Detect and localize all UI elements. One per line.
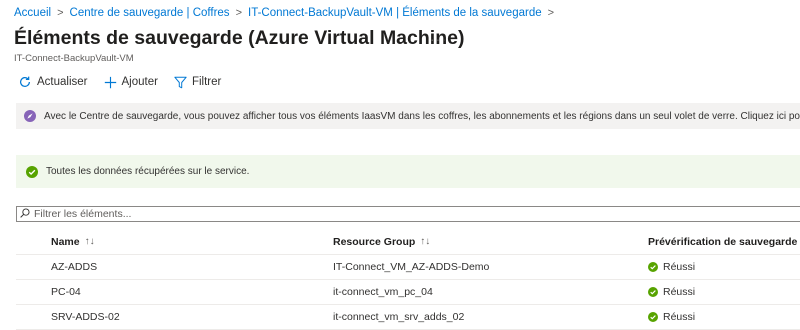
toolbar: Actualiser Ajouter Filtrer — [18, 75, 221, 89]
info-banner[interactable]: Avec le Centre de sauvegarde, vous pouve… — [16, 103, 800, 129]
column-header-precheck: Prévérification de sauvegarde — [648, 230, 797, 254]
search-icon — [20, 205, 30, 223]
success-banner-text: Toutes les données récupérées sur le ser… — [46, 166, 250, 177]
more-options-button[interactable]: ··· — [430, 31, 447, 47]
column-header-name[interactable]: Name ↑↓ — [51, 230, 95, 254]
cell-resource-group: IT-Connect_VM_AZ-ADDS-Demo — [333, 261, 490, 273]
breadcrumb-separator: > — [547, 7, 555, 19]
breadcrumb-separator: > — [57, 7, 64, 19]
breadcrumb: Accueil > Centre de sauvegarde | Coffres… — [14, 7, 560, 19]
refresh-button[interactable]: Actualiser — [18, 75, 88, 89]
breadcrumb-backup-center[interactable]: Centre de sauvegarde | Coffres — [70, 7, 230, 19]
cell-resource-group: it-connect_vm_srv_adds_02 — [333, 311, 465, 323]
plus-icon — [104, 76, 117, 89]
table-row[interactable]: AZ-ADDS IT-Connect_VM_AZ-ADDS-Demo Réuss… — [16, 255, 800, 280]
cell-name: SRV-ADDS-02 — [51, 311, 120, 323]
sort-icon[interactable]: ↑↓ — [420, 230, 430, 254]
success-check-icon — [648, 262, 658, 272]
rocket-icon — [24, 110, 36, 122]
column-header-resource-group[interactable]: Resource Group ↑↓ — [333, 230, 430, 254]
cell-name: PC-04 — [51, 286, 81, 298]
breadcrumb-separator: > — [235, 7, 242, 19]
cell-status: Réussi — [648, 280, 695, 304]
filter-label: Filtrer — [191, 76, 222, 88]
page-subtitle: IT-Connect-BackupVault-VM — [14, 53, 134, 64]
filter-box[interactable] — [16, 206, 800, 222]
cell-status: Réussi — [648, 305, 695, 329]
success-check-icon — [648, 287, 658, 297]
add-button[interactable]: Ajouter — [104, 76, 158, 89]
status-label: Réussi — [663, 261, 696, 273]
cell-resource-group: it-connect_vm_pc_04 — [333, 286, 433, 298]
sort-icon[interactable]: ↑↓ — [85, 230, 95, 254]
success-check-icon — [648, 312, 658, 322]
cell-status: Réussi — [648, 255, 695, 279]
refresh-icon — [18, 75, 32, 89]
add-label: Ajouter — [121, 76, 158, 88]
funnel-icon — [174, 76, 187, 89]
status-label: Réussi — [663, 286, 696, 298]
table-header-row: Name ↑↓ Resource Group ↑↓ Prévérificatio… — [16, 230, 800, 255]
status-label: Réussi — [663, 311, 696, 323]
breadcrumb-vault-items[interactable]: IT-Connect-BackupVault-VM | Éléments de … — [248, 7, 542, 19]
items-table: Name ↑↓ Resource Group ↑↓ Prévérificatio… — [16, 230, 800, 330]
breadcrumb-home[interactable]: Accueil — [14, 7, 51, 19]
refresh-label: Actualiser — [37, 76, 88, 88]
column-header-label: Resource Group — [333, 236, 416, 248]
cell-name: AZ-ADDS — [51, 261, 98, 273]
info-banner-text: Avec le Centre de sauvegarde, vous pouve… — [44, 110, 800, 122]
table-row[interactable]: SRV-ADDS-02 it-connect_vm_srv_adds_02 Ré… — [16, 305, 800, 330]
column-header-label: Prévérification de sauvegarde — [648, 236, 798, 248]
success-check-icon — [26, 165, 38, 178]
filter-input[interactable] — [30, 208, 774, 220]
column-header-label: Name — [51, 236, 80, 248]
table-row[interactable]: PC-04 it-connect_vm_pc_04 Réussi — [16, 280, 800, 305]
filter-button[interactable]: Filtrer — [174, 76, 221, 89]
page-title: Éléments de sauvegarde (Azure Virtual Ma… — [14, 27, 465, 49]
success-banner: Toutes les données récupérées sur le ser… — [16, 155, 800, 188]
